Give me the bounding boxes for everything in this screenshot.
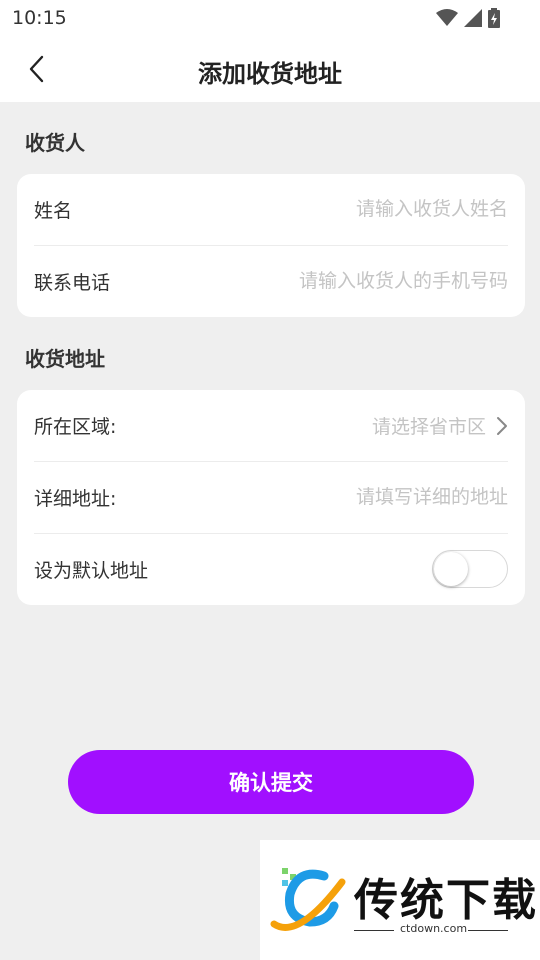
- signal-icon: [464, 9, 482, 27]
- name-label: 姓名: [34, 200, 73, 222]
- top-bar: 添加收货地址: [0, 36, 540, 102]
- phone-label: 联系电话: [34, 272, 111, 294]
- phone-input[interactable]: [208, 258, 508, 304]
- watermark-line-right: [468, 930, 508, 931]
- status-time: 10:15: [12, 7, 67, 29]
- address-card: 所在区域: 请选择省市区 详细地址: 设为默认地址: [17, 390, 525, 605]
- watermark-url: ctdown.com: [400, 922, 468, 935]
- name-input[interactable]: [208, 186, 508, 232]
- watermark-line-left: [354, 930, 394, 931]
- battery-icon: [488, 8, 500, 28]
- watermark-logo-icon: [270, 868, 346, 931]
- status-icons: [436, 8, 500, 28]
- region-placeholder: 请选择省市区: [371, 416, 486, 438]
- status-bar: 10:15: [0, 0, 540, 36]
- watermark: 传统下载 ctdown.com: [260, 840, 540, 960]
- default-label: 设为默认地址: [34, 560, 149, 582]
- chevron-right-icon: [497, 416, 507, 435]
- submit-button[interactable]: 确认提交: [68, 750, 474, 814]
- detail-address-input[interactable]: [208, 474, 508, 520]
- detail-row: 详细地址:: [34, 462, 508, 534]
- watermark-text: 传统下载: [354, 875, 538, 926]
- wifi-icon: [436, 9, 458, 26]
- detail-label: 详细地址:: [34, 488, 117, 510]
- toggle-knob: [434, 552, 468, 586]
- default-address-toggle[interactable]: [432, 550, 508, 588]
- page-title: 添加收货地址: [198, 60, 342, 88]
- phone-row: 联系电话: [34, 246, 508, 317]
- section-label-address: 收货地址: [25, 347, 105, 371]
- region-row[interactable]: 所在区域: 请选择省市区: [34, 390, 508, 462]
- region-label: 所在区域:: [34, 416, 117, 438]
- name-row: 姓名: [34, 174, 508, 246]
- receiver-card: 姓名 联系电话: [17, 174, 525, 317]
- section-label-receiver: 收货人: [25, 131, 85, 155]
- region-select[interactable]: 请选择省市区: [372, 412, 508, 439]
- default-row: 设为默认地址: [34, 534, 508, 605]
